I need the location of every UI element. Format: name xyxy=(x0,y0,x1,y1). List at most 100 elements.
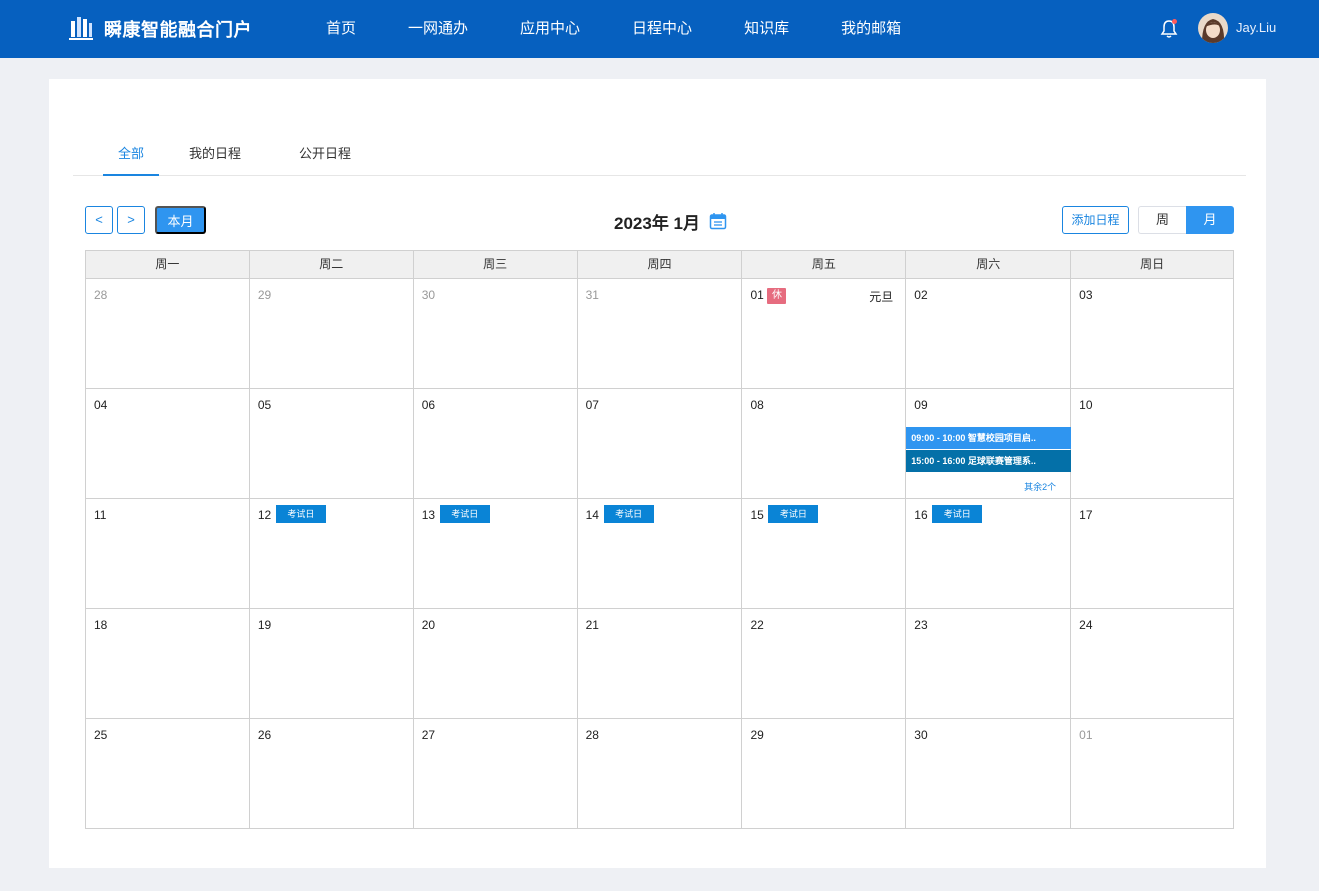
day-number: 14 xyxy=(585,508,599,522)
brand-logo-icon xyxy=(69,17,93,40)
day-cell[interactable]: 08 xyxy=(742,389,907,499)
day-number: 19 xyxy=(257,618,272,632)
calendar-week: 25 26 27 28 29 30 01 xyxy=(86,719,1235,829)
brand[interactable]: 瞬康智能融合门户 xyxy=(68,14,252,44)
day-cell[interactable]: 18 xyxy=(86,609,250,719)
day-cell[interactable]: 20 xyxy=(413,609,578,719)
calendar-week: 11 12 考试日 13 考试日 14 考试日 15 考试日 16 考试日 17 xyxy=(86,499,1235,609)
day-cell[interactable]: 24 xyxy=(1071,609,1235,719)
calendar-week: 04 05 06 07 08 09 09:00 - 10:00 智慧校园项目启.… xyxy=(86,389,1235,499)
bell-icon[interactable] xyxy=(1160,19,1178,39)
exam-day-tag[interactable]: 考试日 xyxy=(275,505,326,523)
day-number: 16 xyxy=(914,508,928,522)
event-item[interactable]: 15:00 - 16:00 足球联赛管理系.. xyxy=(906,450,1072,472)
next-month-button[interactable]: > xyxy=(117,206,145,234)
holiday-label: 元旦 xyxy=(869,290,894,304)
nav-item-schedule-center[interactable]: 日程中心 xyxy=(606,0,718,58)
day-number: 05 xyxy=(257,398,272,412)
day-cell[interactable]: 27 xyxy=(413,719,578,829)
calendar-icon[interactable] xyxy=(709,212,727,230)
day-cell[interactable]: 25 xyxy=(86,719,250,829)
event-item[interactable]: 09:00 - 10:00 智慧校园项目启.. xyxy=(906,427,1072,449)
day-number: 30 xyxy=(914,728,928,742)
day-number: 18 xyxy=(94,618,108,632)
day-cell[interactable]: 06 xyxy=(413,389,578,499)
day-cell[interactable]: 02 xyxy=(906,279,1072,389)
day-number: 28 xyxy=(585,728,599,742)
day-cell[interactable]: 21 xyxy=(577,609,743,719)
day-number: 09 xyxy=(914,398,928,412)
tab-public-schedule[interactable]: 公开日程 xyxy=(295,135,355,176)
tab-all[interactable]: 全部 xyxy=(103,135,159,176)
day-cell[interactable]: 17 xyxy=(1071,499,1235,609)
day-cell[interactable]: 13 考试日 xyxy=(413,499,578,609)
day-number: 28 xyxy=(94,288,108,302)
day-cell[interactable]: 29 xyxy=(742,719,907,829)
day-cell[interactable]: 05 xyxy=(249,389,414,499)
day-number: 29 xyxy=(750,728,764,742)
day-cell[interactable]: 14 考试日 xyxy=(577,499,743,609)
day-cell[interactable]: 07 xyxy=(577,389,743,499)
nav-item-my-mailbox[interactable]: 我的邮箱 xyxy=(815,0,927,58)
day-cell[interactable]: 10 xyxy=(1071,389,1235,499)
rest-day-badge: 休 xyxy=(767,288,787,304)
day-cell[interactable]: 12 考试日 xyxy=(249,499,414,609)
day-cell[interactable]: 11 xyxy=(86,499,250,609)
day-cell[interactable]: 19 xyxy=(249,609,414,719)
day-number: 04 xyxy=(94,398,108,412)
day-number: 01 xyxy=(750,288,764,302)
day-cell[interactable]: 16 考试日 xyxy=(906,499,1072,609)
exam-day-tag[interactable]: 考试日 xyxy=(439,505,490,523)
nav-item-knowledge-base[interactable]: 知识库 xyxy=(718,0,815,58)
day-number: 30 xyxy=(421,288,436,302)
day-cell[interactable]: 15 考试日 xyxy=(742,499,907,609)
schedule-tabs: 全部 我的日程 公开日程 xyxy=(73,135,1246,176)
username[interactable]: Jay.Liu xyxy=(1236,19,1276,37)
day-number: 26 xyxy=(257,728,272,742)
day-number: 24 xyxy=(1079,618,1093,632)
more-events-link[interactable]: 其余2个 xyxy=(1024,480,1056,493)
month-view-button[interactable]: 月 xyxy=(1186,206,1234,234)
this-month-button[interactable]: 本月 xyxy=(155,206,206,234)
day-cell[interactable]: 31 xyxy=(577,279,743,389)
exam-day-tag[interactable]: 考试日 xyxy=(768,505,819,523)
day-cell[interactable]: 28 xyxy=(86,279,250,389)
day-cell[interactable]: 22 xyxy=(742,609,907,719)
prev-month-button[interactable]: < xyxy=(85,206,113,234)
day-number: 10 xyxy=(1079,398,1093,412)
schedule-card: 全部 我的日程 公开日程 < > 本月 2023年 1月 添加日程 周 月 周一… xyxy=(49,79,1266,868)
day-cell[interactable]: 23 xyxy=(906,609,1072,719)
day-cell[interactable]: 09 09:00 - 10:00 智慧校园项目启.. 15:00 - 16:00… xyxy=(906,389,1072,499)
avatar[interactable] xyxy=(1198,13,1228,43)
exam-day-tag[interactable]: 考试日 xyxy=(932,505,983,523)
day-number: 17 xyxy=(1079,508,1093,522)
day-number: 12 xyxy=(257,508,272,522)
calendar-grid: 周一 周二 周三 周四 周五 周六 周日 28 29 30 31 01 休 元旦… xyxy=(85,250,1235,829)
tab-my-schedule[interactable]: 我的日程 xyxy=(185,135,245,176)
exam-day-tag[interactable]: 考试日 xyxy=(603,505,654,523)
day-number: 01 xyxy=(1079,728,1093,742)
day-number: 03 xyxy=(1079,288,1093,302)
day-number: 27 xyxy=(421,728,436,742)
day-cell[interactable]: 01 xyxy=(1071,719,1235,829)
day-cell[interactable]: 26 xyxy=(249,719,414,829)
day-cell[interactable]: 28 xyxy=(577,719,743,829)
weekday-header-row: 周一 周二 周三 周四 周五 周六 周日 xyxy=(86,251,1235,279)
day-number: 11 xyxy=(94,508,107,522)
week-view-button[interactable]: 周 xyxy=(1138,206,1186,234)
nav-item-one-stop[interactable]: 一网通办 xyxy=(382,0,494,58)
day-number: 06 xyxy=(421,398,436,412)
main-nav: 首页 一网通办 应用中心 日程中心 知识库 我的邮箱 xyxy=(300,0,927,58)
day-cell[interactable]: 29 xyxy=(249,279,414,389)
day-cell[interactable]: 03 xyxy=(1071,279,1235,389)
day-number: 25 xyxy=(94,728,108,742)
day-cell[interactable]: 01 休 元旦 xyxy=(742,279,907,389)
day-cell[interactable]: 04 xyxy=(86,389,250,499)
add-schedule-button[interactable]: 添加日程 xyxy=(1062,206,1129,234)
weekday-header: 周一 xyxy=(86,251,250,279)
month-title: 2023年 1月 xyxy=(614,213,700,233)
day-cell[interactable]: 30 xyxy=(413,279,578,389)
nav-item-app-center[interactable]: 应用中心 xyxy=(494,0,606,58)
nav-item-home[interactable]: 首页 xyxy=(300,0,382,58)
day-cell[interactable]: 30 xyxy=(906,719,1072,829)
